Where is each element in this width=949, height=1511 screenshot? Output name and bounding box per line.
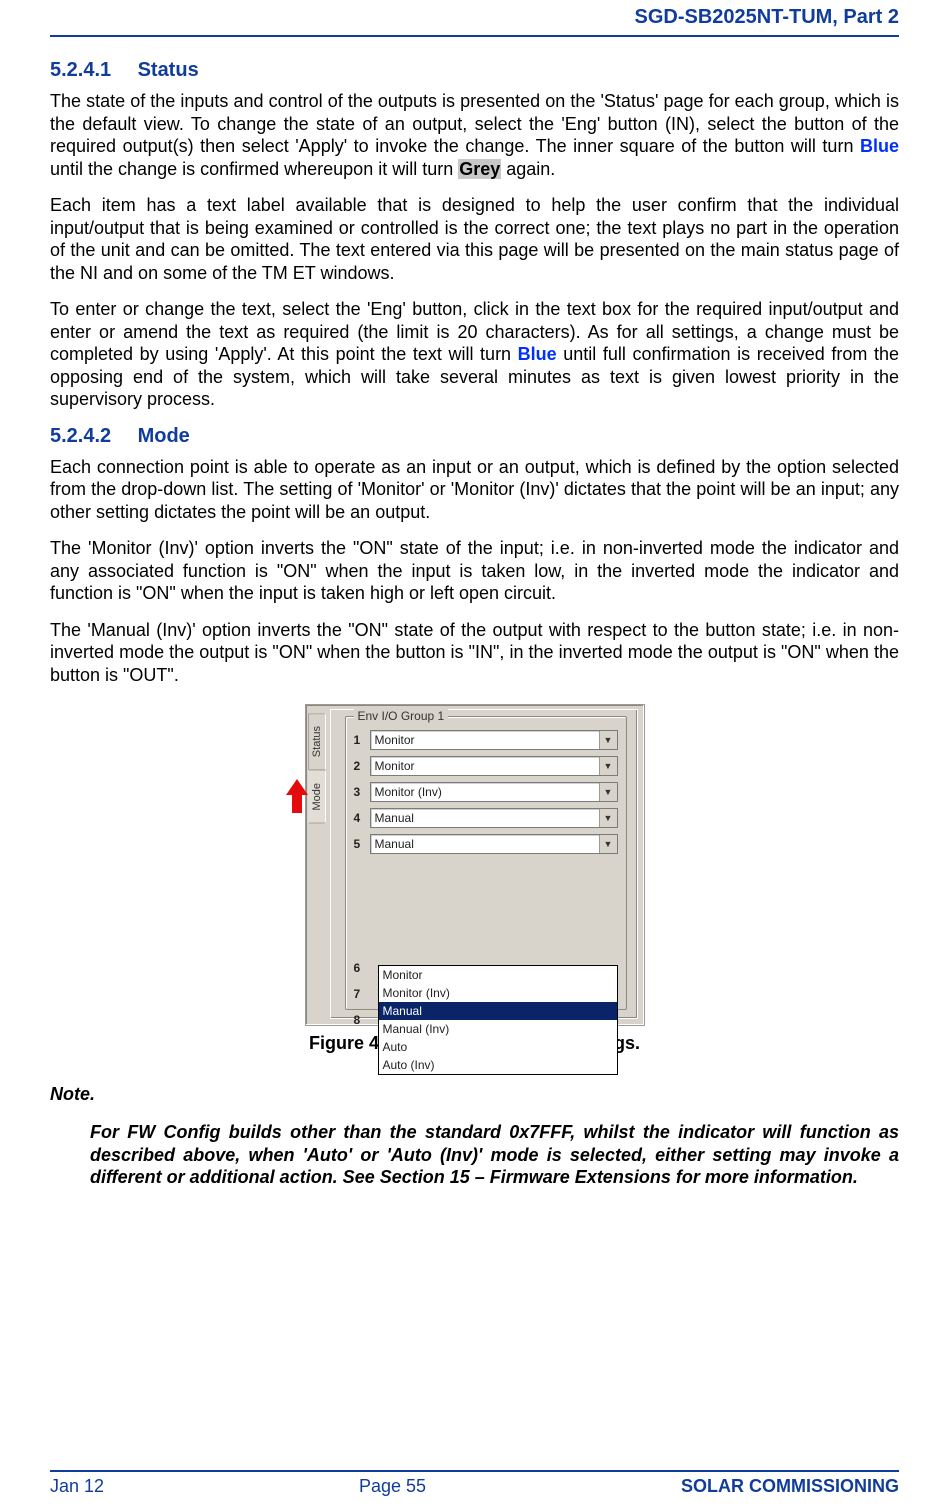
mode-select-3[interactable]: Monitor (Inv) ▼ bbox=[370, 782, 618, 802]
mode-select-4[interactable]: Manual ▼ bbox=[370, 808, 618, 828]
mode-row: 4 Manual ▼ bbox=[354, 807, 618, 829]
doc-id: SGD-SB2025NT-TUM, Part 2 bbox=[634, 6, 899, 28]
row-number: 3 bbox=[354, 785, 370, 799]
mode-select-2[interactable]: Monitor ▼ bbox=[370, 756, 618, 776]
row-number: 8 bbox=[354, 1013, 370, 1027]
blue-word: Blue bbox=[518, 344, 557, 364]
header: SGD-SB2025NT-TUM, Part 2 bbox=[50, 0, 899, 37]
heading-num: 5.2.4.2 bbox=[50, 425, 132, 448]
mode-row: 5 Manual ▼ Monitor Monitor (Inv) Manual … bbox=[354, 833, 618, 855]
note-heading: Note. bbox=[50, 1084, 899, 1105]
row-number: 1 bbox=[354, 733, 370, 747]
heading-num: 5.2.4.1 bbox=[50, 59, 132, 82]
tab-mode[interactable]: Mode bbox=[308, 770, 326, 824]
row-number: 2 bbox=[354, 759, 370, 773]
mode-select-1[interactable]: Monitor ▼ bbox=[370, 730, 618, 750]
figure: Status Mode Env I/O Group 1 1 Monitor ▼ bbox=[50, 704, 899, 1054]
para-5: The 'Monitor (Inv)' option inverts the "… bbox=[50, 537, 899, 605]
footer: Jan 12 Page 55 SOLAR COMMISSIONING bbox=[50, 1470, 899, 1497]
dropdown-option[interactable]: Auto (Inv) bbox=[379, 1056, 617, 1074]
group-box: Env I/O Group 1 1 Monitor ▼ 2 bbox=[345, 716, 627, 1010]
footer-date: Jan 12 bbox=[50, 1476, 104, 1497]
row-number: 4 bbox=[354, 811, 370, 825]
rows: 1 Monitor ▼ 2 Monitor ▼ bbox=[354, 729, 618, 1035]
page: SGD-SB2025NT-TUM, Part 2 5.2.4.1 Status … bbox=[0, 0, 949, 1511]
heading-status: 5.2.4.1 Status bbox=[50, 59, 899, 82]
dropdown-option[interactable]: Auto bbox=[379, 1038, 617, 1056]
dropdown-option[interactable]: Monitor bbox=[379, 966, 617, 984]
tab-panel: Env I/O Group 1 1 Monitor ▼ 2 bbox=[330, 709, 638, 1019]
dropdown-option[interactable]: Manual (Inv) bbox=[379, 1020, 617, 1038]
mode-row: 2 Monitor ▼ bbox=[354, 755, 618, 777]
heading-title: Status bbox=[138, 59, 199, 81]
tab-status[interactable]: Status bbox=[308, 713, 326, 770]
para-4: Each connection point is able to operate… bbox=[50, 456, 899, 524]
env-mode-panel: Status Mode Env I/O Group 1 1 Monitor ▼ bbox=[305, 704, 645, 1026]
mode-select-5[interactable]: Manual ▼ bbox=[370, 834, 618, 854]
note-body: For FW Config builds other than the stan… bbox=[90, 1121, 899, 1189]
para-2: Each item has a text label available tha… bbox=[50, 194, 899, 284]
mode-row: 1 Monitor ▼ bbox=[354, 729, 618, 751]
row-number: 6 bbox=[354, 961, 370, 975]
mode-dropdown-list[interactable]: Monitor Monitor (Inv) Manual Manual (Inv… bbox=[378, 965, 618, 1075]
chevron-down-icon[interactable]: ▼ bbox=[599, 731, 617, 749]
row-number: 7 bbox=[354, 987, 370, 1001]
heading-mode: 5.2.4.2 Mode bbox=[50, 425, 899, 448]
para-1: The state of the inputs and control of t… bbox=[50, 90, 899, 180]
blue-word: Blue bbox=[860, 136, 899, 156]
footer-section: SOLAR COMMISSIONING bbox=[681, 1476, 899, 1497]
red-arrow-icon bbox=[284, 779, 310, 813]
para-3: To enter or change the text, select the … bbox=[50, 298, 899, 411]
footer-page: Page 55 bbox=[359, 1476, 426, 1497]
chevron-down-icon[interactable]: ▼ bbox=[599, 757, 617, 775]
dropdown-option[interactable]: Monitor (Inv) bbox=[379, 984, 617, 1002]
row-number: 5 bbox=[354, 837, 370, 851]
chevron-down-icon[interactable]: ▼ bbox=[599, 809, 617, 827]
vertical-tabs: Status Mode bbox=[308, 713, 330, 824]
mode-row: 3 Monitor (Inv) ▼ bbox=[354, 781, 618, 803]
group-title: Env I/O Group 1 bbox=[354, 709, 449, 723]
para-6: The 'Manual (Inv)' option inverts the "O… bbox=[50, 619, 899, 687]
heading-title: Mode bbox=[138, 425, 190, 447]
dropdown-option-selected[interactable]: Manual bbox=[379, 1002, 617, 1020]
chevron-down-icon[interactable]: ▼ bbox=[599, 783, 617, 801]
grey-word: Grey bbox=[458, 159, 501, 179]
chevron-down-icon[interactable]: ▼ bbox=[599, 835, 617, 853]
content: 5.2.4.1 Status The state of the inputs a… bbox=[50, 37, 899, 1249]
